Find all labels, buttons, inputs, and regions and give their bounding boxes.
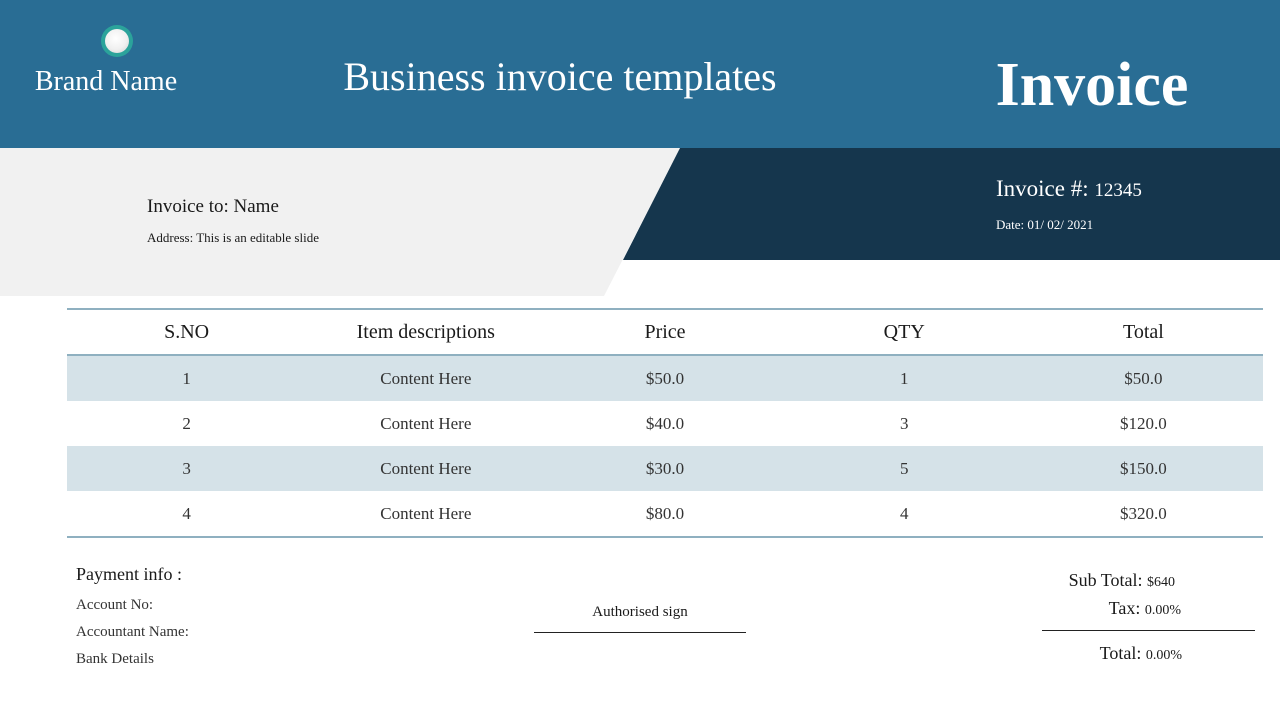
invoice-table: S.NO Item descriptions Price QTY Total 1…	[67, 308, 1263, 538]
signature-line	[534, 632, 746, 633]
header-bar: Brand Name Business invoice templates In…	[0, 0, 1280, 148]
table-cell: 4	[182, 503, 191, 523]
logo-dot	[105, 29, 129, 53]
account-no-label: Account No:	[76, 597, 154, 613]
authorised-sign-label: Authorised sign	[592, 604, 688, 620]
table-row: 3 Content Here $30.0 5 $150.0	[67, 446, 1263, 491]
table-cell: 1	[899, 368, 909, 388]
accountant-name-label: Accountant Name:	[76, 624, 189, 640]
table-cell: $150.0	[1120, 458, 1167, 478]
total-value: 0.00%	[1145, 648, 1182, 663]
invoice-heading: Invoice	[995, 51, 1189, 119]
table-body: 1 Content Here $50.0 1 $50.0 2 Content H…	[67, 356, 1263, 538]
bank-details-label: Bank Details	[76, 651, 154, 667]
table-cell: 5	[899, 458, 909, 478]
totals-divider	[1042, 630, 1255, 631]
circle-logo-icon	[101, 25, 133, 57]
table-cell: 3	[899, 413, 909, 433]
invoice-to-label: Invoice to: Name	[147, 196, 279, 217]
table-row: 4 Content Here $80.0 4 $320.0	[67, 491, 1263, 536]
table-row: 1 Content Here $50.0 1 $50.0	[67, 356, 1263, 401]
table-cell: $50.0	[1124, 368, 1163, 388]
table-cell: Content Here	[380, 368, 472, 388]
table-cell: Content Here	[380, 413, 472, 433]
table-cell: $30.0	[645, 458, 685, 478]
table-cell: Content Here	[380, 458, 472, 478]
invoice-date: Date: 01/ 02/ 2021	[996, 217, 1094, 232]
payment-info-title: Payment info :	[76, 564, 182, 584]
invoice-number: Invoice #: 12345	[996, 176, 1142, 202]
subtotal-label: Sub Total:	[1068, 570, 1143, 590]
column-header: S.NO	[164, 320, 210, 343]
address-text: Address: This is an editable slide	[147, 230, 319, 245]
table-cell: $50.0	[645, 368, 685, 388]
column-header: Total	[1123, 320, 1164, 343]
total: Total: 0.00%	[1000, 643, 1182, 664]
tax-value: 0.00%	[1144, 603, 1181, 618]
table-cell: 3	[182, 458, 191, 478]
table-cell: 2	[182, 413, 191, 433]
table-cell: $40.0	[645, 413, 685, 433]
column-header: Item descriptions	[356, 320, 495, 343]
page-title: Business invoice templates	[343, 54, 777, 99]
table-cell: Content Here	[380, 503, 472, 523]
bill-to-panel	[0, 148, 680, 296]
table-cell: 4	[899, 503, 909, 523]
table-cell: $120.0	[1120, 413, 1167, 433]
invoice-number-label: Invoice #:	[996, 176, 1089, 201]
invoice-number-value: 12345	[1094, 180, 1142, 201]
table-header-row: S.NO Item descriptions Price QTY Total	[67, 308, 1263, 356]
brand-name: Brand Name	[34, 66, 178, 97]
table-row: 2 Content Here $40.0 3 $120.0	[67, 401, 1263, 446]
table-cell: $320.0	[1120, 503, 1167, 523]
subtotal: Sub Total: $640	[1000, 570, 1175, 591]
table-cell: $80.0	[645, 503, 685, 523]
table-cell: 1	[182, 368, 191, 388]
total-label: Total:	[1099, 643, 1142, 663]
tax-label: Tax:	[1108, 598, 1141, 618]
subtotal-value: $640	[1147, 575, 1175, 590]
column-header: QTY	[883, 320, 925, 343]
tax: Tax: 0.00%	[1000, 598, 1181, 619]
column-header: Price	[644, 320, 686, 343]
